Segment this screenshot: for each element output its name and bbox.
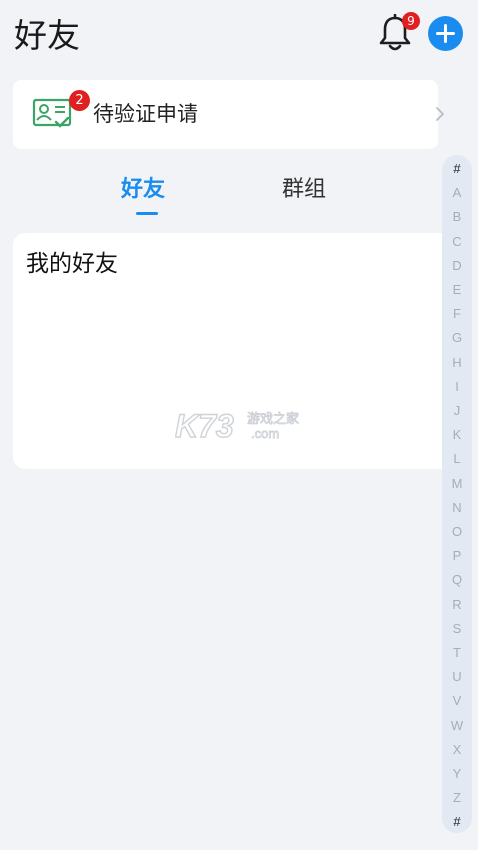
friends-page: 好友 9 2 待验证申请 好友 群组 我的好友 K73 游戏之家 .com # … bbox=[0, 0, 478, 850]
alphabet-index-item[interactable]: B bbox=[442, 205, 472, 229]
alphabet-index-item[interactable]: R bbox=[442, 593, 472, 617]
alphabet-index-item[interactable]: A bbox=[442, 181, 472, 205]
add-button[interactable] bbox=[428, 16, 463, 51]
tab-groups[interactable]: 群组 bbox=[282, 174, 326, 206]
alphabet-index-item[interactable]: W bbox=[442, 714, 472, 738]
alphabet-index-item[interactable]: J bbox=[442, 399, 472, 423]
notifications-button[interactable]: 9 bbox=[378, 12, 420, 54]
alphabet-index-item[interactable]: D bbox=[442, 254, 472, 278]
alphabet-index-item[interactable]: V bbox=[442, 689, 472, 713]
alphabet-index-item[interactable]: C bbox=[442, 230, 472, 254]
my-friends-title: 我的好友 bbox=[26, 251, 118, 277]
pending-verification-label: 待验证申请 bbox=[93, 102, 198, 126]
alphabet-index-item[interactable]: Z bbox=[442, 786, 472, 810]
alphabet-index-item[interactable]: Q bbox=[442, 568, 472, 592]
page-title: 好友 bbox=[14, 16, 80, 55]
alphabet-index-item[interactable]: T bbox=[442, 641, 472, 665]
alphabet-index-item[interactable]: U bbox=[442, 665, 472, 689]
alphabet-index-item[interactable]: X bbox=[442, 738, 472, 762]
active-tab-indicator bbox=[136, 212, 158, 215]
alphabet-index-item[interactable]: K bbox=[442, 423, 472, 447]
watermark-brand: K73 bbox=[175, 408, 234, 444]
contact-card-icon bbox=[32, 98, 72, 128]
alphabet-index-item[interactable]: # bbox=[442, 157, 472, 181]
alphabet-index-item[interactable]: F bbox=[442, 302, 472, 326]
watermark-logo: K73 游戏之家 .com bbox=[175, 407, 299, 444]
watermark-domain: .com bbox=[251, 426, 279, 441]
alphabet-index-item[interactable]: Y bbox=[442, 762, 472, 786]
alphabet-index-item[interactable]: S bbox=[442, 617, 472, 641]
alphabet-index-item[interactable]: E bbox=[442, 278, 472, 302]
tab-friends[interactable]: 好友 bbox=[121, 174, 165, 206]
alphabet-index-item[interactable]: L bbox=[442, 447, 472, 471]
pending-verification-row[interactable]: 2 待验证申请 bbox=[13, 80, 444, 149]
alphabet-index-item[interactable]: G bbox=[442, 326, 472, 350]
alphabet-index-item[interactable]: I bbox=[442, 375, 472, 399]
alphabet-index-item[interactable]: H bbox=[442, 351, 472, 375]
notification-badge: 9 bbox=[402, 12, 420, 30]
alphabet-index-item[interactable]: M bbox=[442, 472, 472, 496]
alphabet-index-item[interactable]: O bbox=[442, 520, 472, 544]
alphabet-index[interactable]: # A B C D E F G H I J K L M N O P Q R S T U V W X Y Z # bbox=[442, 155, 472, 833]
pending-count-badge: 2 bbox=[69, 90, 90, 111]
alphabet-index-item[interactable]: P bbox=[442, 544, 472, 568]
watermark-text: 游戏之家 bbox=[247, 411, 299, 427]
tab-bar: 好友 群组 bbox=[0, 168, 440, 220]
alphabet-index-item[interactable]: N bbox=[442, 496, 472, 520]
alphabet-index-item[interactable]: # bbox=[442, 810, 472, 834]
header: 好友 9 bbox=[0, 0, 478, 70]
chevron-right-icon bbox=[436, 107, 444, 121]
